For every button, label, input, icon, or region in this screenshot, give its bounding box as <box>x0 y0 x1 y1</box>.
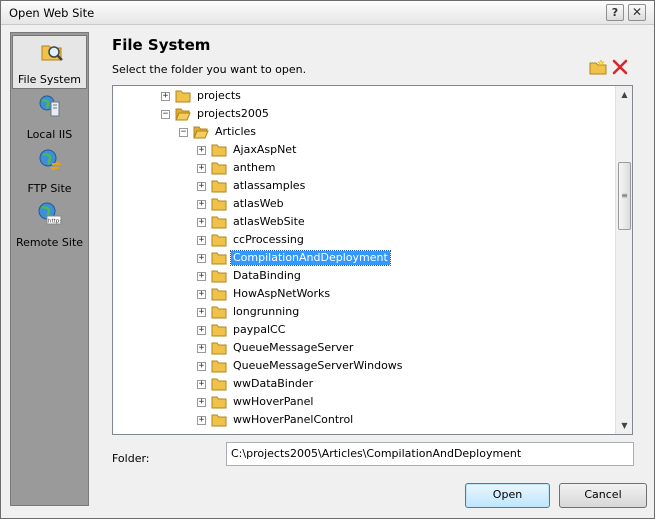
expand-toggle[interactable]: + <box>197 398 206 407</box>
expand-toggle[interactable]: + <box>197 200 206 209</box>
expand-toggle[interactable]: + <box>197 218 206 227</box>
folder-magnifier-icon <box>41 45 63 61</box>
tree-scrollbar[interactable]: ▲ ≡ ▼ <box>615 86 632 434</box>
tree-node-label: atlasWebSite <box>233 215 305 228</box>
help-button[interactable]: ? <box>606 4 624 21</box>
tree-node-label: QueueMessageServer <box>233 341 354 354</box>
open-web-site-dialog: Open Web Site ? ✕ File System Local IIS <box>0 0 655 519</box>
new-folder-icon[interactable] <box>589 59 607 75</box>
expand-toggle[interactable]: + <box>197 254 206 263</box>
folder-icon <box>211 288 227 301</box>
expand-toggle[interactable]: + <box>197 344 206 353</box>
tree-node-label: CompilationAndDeployment <box>230 250 391 266</box>
folder-icon <box>211 180 227 193</box>
folder-icon <box>211 216 227 229</box>
expand-toggle[interactable]: + <box>197 272 206 281</box>
tree-node-label: QueueMessageServerWindows <box>233 359 403 372</box>
expand-toggle[interactable]: + <box>197 182 206 191</box>
page-title: File System <box>112 36 211 54</box>
sidebar-item-label: Local IIS <box>26 128 73 141</box>
tree-node-label: AjaxAspNet <box>233 143 297 156</box>
tree-node-label: longrunning <box>233 305 300 318</box>
tree-node-label: HowAspNetWorks <box>233 287 331 300</box>
expand-toggle[interactable]: + <box>197 308 206 317</box>
sidebar-item-label: Remote Site <box>15 236 84 249</box>
location-sidebar: File System Local IIS FTP Site http: Rem… <box>10 32 89 506</box>
sidebar-item-remote-site[interactable]: http: Remote Site <box>11 198 88 252</box>
svg-text:http:: http: <box>48 219 61 225</box>
tree-node-label: paypalCC <box>233 323 286 336</box>
folder-icon <box>211 198 227 211</box>
tree-node-label: ccProcessing <box>233 233 304 246</box>
folder-icon <box>211 162 227 175</box>
folder-icon <box>211 324 227 337</box>
folder-icon <box>211 306 227 319</box>
close-button[interactable]: ✕ <box>628 4 646 21</box>
tree-node-label: projects <box>197 89 241 102</box>
tree-node-label: anthem <box>233 161 276 174</box>
folder-icon <box>211 396 227 409</box>
sidebar-item-ftp-site[interactable]: FTP Site <box>11 144 88 198</box>
expand-toggle[interactable]: + <box>197 416 206 425</box>
globe-arrows-icon <box>39 149 62 171</box>
folder-icon <box>175 90 191 103</box>
folder-icon <box>211 378 227 391</box>
tree-node-label: wwDataBinder <box>233 377 314 390</box>
expand-toggle[interactable]: + <box>197 236 206 245</box>
expand-toggle[interactable]: + <box>197 380 206 389</box>
expand-toggle[interactable]: + <box>197 362 206 371</box>
sidebar-item-label: FTP Site <box>27 182 72 195</box>
expand-toggle[interactable]: + <box>197 164 206 173</box>
sidebar-item-label: File System <box>18 73 81 86</box>
globe-http-icon: http: <box>38 202 62 225</box>
globe-server-icon <box>39 95 60 117</box>
folder-icon <box>211 270 227 283</box>
tree-node-label: projects2005 <box>197 107 269 120</box>
folder-label: Folder: <box>112 452 150 465</box>
folder-icon <box>211 414 227 427</box>
tree-node-label: atlasWeb <box>233 197 284 210</box>
instruction-text: Select the folder you want to open. <box>112 63 307 76</box>
expand-toggle[interactable]: + <box>197 326 206 335</box>
expand-toggle[interactable]: + <box>197 146 206 155</box>
folder-icon <box>211 234 227 247</box>
expand-toggle[interactable]: + <box>197 290 206 299</box>
delete-icon[interactable] <box>611 59 629 75</box>
tree-node-label: wwHoverPanel <box>233 395 314 408</box>
open-folder-icon <box>175 108 191 121</box>
folder-icon <box>211 342 227 355</box>
tree-node-label: wwHoverPanelControl <box>233 413 354 426</box>
expand-toggle[interactable]: + <box>161 92 170 101</box>
folder-icon <box>211 144 227 157</box>
tree-node-label: atlassamples <box>233 179 306 192</box>
sidebar-item-local-iis[interactable]: Local IIS <box>11 90 88 144</box>
folder-icon <box>211 252 227 265</box>
cancel-button[interactable]: Cancel <box>559 483 647 508</box>
sidebar-item-file-system[interactable]: File System <box>12 35 87 89</box>
tree-node-label: Articles <box>215 125 257 138</box>
folder-path-field[interactable]: C:\projects2005\Articles\CompilationAndD… <box>226 442 634 466</box>
tree-node-label: DataBinding <box>233 269 301 282</box>
scroll-up-icon[interactable]: ▲ <box>616 86 632 103</box>
window-title: Open Web Site <box>9 6 95 20</box>
open-folder-icon <box>193 126 209 139</box>
folder-tree[interactable]: + projects − projects2005 − Articles + A… <box>112 85 633 435</box>
collapse-toggle[interactable]: − <box>179 128 188 137</box>
scroll-down-icon[interactable]: ▼ <box>616 417 632 434</box>
title-bar[interactable]: Open Web Site ? ✕ <box>1 1 654 25</box>
collapse-toggle[interactable]: − <box>161 110 170 119</box>
folder-icon <box>211 360 227 373</box>
open-button[interactable]: Open <box>465 483 550 508</box>
scroll-thumb[interactable]: ≡ <box>618 162 631 230</box>
folder-tree-viewport: + projects − projects2005 − Articles + A… <box>113 86 615 434</box>
